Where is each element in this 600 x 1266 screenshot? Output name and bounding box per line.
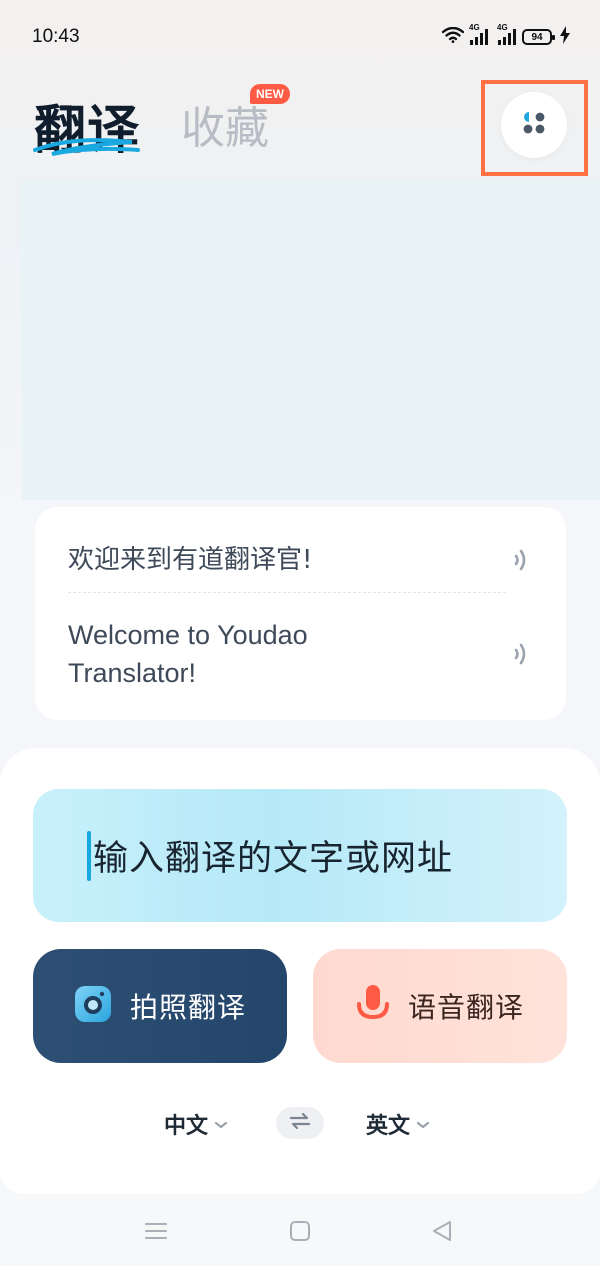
example-row-zh: 欢迎来到有道翻译官!	[68, 537, 533, 583]
battery-level: 94	[531, 31, 543, 43]
network-type-label: 4G	[469, 23, 480, 32]
new-badge: NEW	[250, 84, 290, 104]
target-language-label: 英文	[366, 1114, 411, 1139]
apps-menu-button[interactable]	[501, 92, 567, 158]
swap-languages-button[interactable]	[276, 1107, 324, 1139]
language-selector: 中文 英文	[0, 1102, 600, 1146]
source-language-select[interactable]: 中文	[164, 1108, 228, 1140]
back-triangle-icon[interactable]	[427, 1216, 457, 1246]
speaker-icon[interactable]	[509, 545, 533, 575]
tab-active-underline	[33, 138, 140, 156]
input-placeholder: 输入翻译的文字或网址	[93, 839, 454, 879]
example-row-en: Welcome to Youdao Translator!	[68, 614, 533, 694]
target-language-select[interactable]: 英文	[366, 1108, 430, 1140]
chevron-down-icon	[214, 1115, 228, 1134]
source-language-label: 中文	[164, 1114, 209, 1139]
text-cursor	[87, 830, 91, 881]
example-text-zh: 欢迎来到有道翻译官!	[68, 545, 313, 575]
signal-icon: 4G	[497, 23, 516, 45]
example-card: 欢迎来到有道翻译官! Welcome to Youdao Translator!	[35, 507, 566, 720]
photo-translate-button[interactable]: 拍照翻译	[33, 949, 287, 1063]
header: 翻译 收藏 NEW	[0, 80, 600, 180]
translate-input[interactable]: 输入翻译的文字或网址	[33, 789, 567, 922]
swap-icon	[289, 1112, 311, 1133]
home-square-icon[interactable]	[285, 1216, 315, 1246]
app-screen: 10:43 4G 4G 94 翻译 收藏 NEW 欢迎来到有道翻译官! Welc…	[0, 0, 600, 1266]
network-type-label: 4G	[497, 23, 508, 32]
photo-translate-label: 拍照翻译	[129, 991, 246, 1024]
camera-icon	[74, 985, 112, 1027]
input-panel: 输入翻译的文字或网址 拍照翻译 语音翻译 中文 英文	[0, 748, 600, 1194]
voice-translate-button[interactable]: 语音翻译	[313, 949, 567, 1063]
status-icons: 4G 4G 94	[441, 23, 570, 48]
menu-icon[interactable]	[141, 1216, 171, 1246]
voice-translate-label: 语音翻译	[407, 991, 524, 1024]
status-time: 10:43	[32, 26, 80, 47]
wifi-icon	[441, 26, 465, 47]
example-text-en: Welcome to Youdao Translator!	[68, 620, 308, 688]
example-divider	[68, 592, 506, 593]
charging-icon	[560, 26, 570, 48]
battery-icon: 94	[522, 29, 555, 45]
chevron-down-icon	[416, 1115, 430, 1134]
speaker-icon[interactable]	[509, 639, 533, 669]
apps-grid-icon	[521, 110, 547, 140]
microphone-icon	[356, 984, 390, 1028]
banner-area	[22, 182, 600, 500]
status-bar: 10:43 4G 4G 94	[0, 0, 600, 74]
signal-icon: 4G	[469, 23, 488, 45]
system-nav-bar	[0, 1194, 600, 1266]
